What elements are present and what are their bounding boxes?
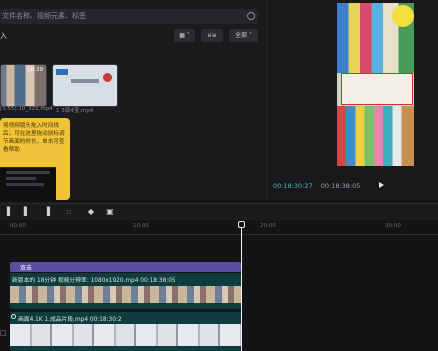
import-label[interactable]: 入	[0, 31, 7, 41]
view-mode-button[interactable]: ▦ ˅	[174, 29, 195, 42]
split-icon[interactable]: ▐	[3, 208, 11, 216]
search-icon[interactable]	[247, 12, 255, 20]
thumbnail-duration: 18:39	[27, 67, 43, 73]
video-preview[interactable]	[337, 3, 414, 166]
ruler-label: 10:00	[133, 223, 149, 229]
ruler-label: 00:00	[10, 223, 26, 229]
text-track-label: 双击	[20, 265, 33, 272]
video-clip-main[interactable]: 新版本的 18分钟 视频分辨率: 1080x1920.mp4 00:18:38:…	[10, 273, 241, 309]
split-right-icon[interactable]: ▐	[43, 208, 51, 216]
playhead[interactable]	[241, 222, 242, 351]
player-timecode: 00:18:30:27 00:18:38:05	[273, 182, 360, 190]
clip-label: 新版本的 18分钟 视频分辨率: 1080x1920.mp4 00:18:38:…	[12, 278, 176, 284]
search-placeholder: 文件名称、视频元素、标签	[2, 12, 86, 20]
media-thumbnail-1[interactable]: 18:39	[0, 64, 47, 107]
preview-sticker	[392, 5, 414, 27]
crop-icon[interactable]: ▣	[106, 208, 114, 216]
clip-label: 画面4.1K 1.成品片段.mp4 00:18:30:2	[18, 317, 122, 323]
search-input[interactable]: 文件名称、视频元素、标签	[0, 9, 258, 24]
preview-shelf-bottom	[337, 106, 414, 166]
preview-line	[6, 183, 44, 186]
split-left-icon[interactable]: ▌	[23, 208, 31, 216]
media-thumbnail-2[interactable]	[52, 64, 118, 107]
clip-type-icon	[11, 314, 16, 319]
thumbnail-dot	[103, 73, 112, 82]
lock-icon[interactable]: ▢	[0, 329, 7, 337]
total-time: 00:18:38:05	[320, 182, 361, 190]
help-tooltip-text: 将视频镜头拖入时间线后，可在这里拖动鼠标调节画面的时长，单击可查看帮助	[3, 123, 65, 153]
preview-sign	[341, 73, 413, 105]
clip-filmstrip	[10, 286, 241, 303]
timeline-ruler[interactable]	[0, 220, 438, 235]
delete-icon[interactable]: ▫	[65, 208, 73, 216]
tooltip-preview	[0, 167, 56, 201]
thumbnail-graphic	[71, 79, 99, 83]
clip-filmstrip	[10, 324, 241, 346]
media-caption-1: [3:55] 10_321.mp4	[0, 106, 53, 112]
media-caption-2: 1 3部4宝.mp4	[56, 108, 94, 114]
play-icon[interactable]	[379, 182, 384, 188]
preview-line	[6, 171, 50, 174]
ruler-label: 20:00	[260, 223, 276, 229]
video-clip-secondary[interactable]: 画面4.1K 1.成品片段.mp4 00:18:30:2	[10, 312, 241, 351]
playhead-handle[interactable]	[238, 221, 245, 228]
shield-icon[interactable]: ◆	[87, 208, 95, 216]
text-track-clip[interactable]: 双击	[10, 262, 241, 272]
thumbnail-badge	[56, 69, 68, 75]
preview-line	[6, 177, 36, 180]
all-filter-button[interactable]: 全部 ˅	[229, 29, 258, 42]
current-time: 00:18:30:27	[273, 182, 313, 190]
filter-button[interactable]: ⊎≡	[201, 29, 223, 42]
ruler-label: 30:00	[385, 223, 401, 229]
